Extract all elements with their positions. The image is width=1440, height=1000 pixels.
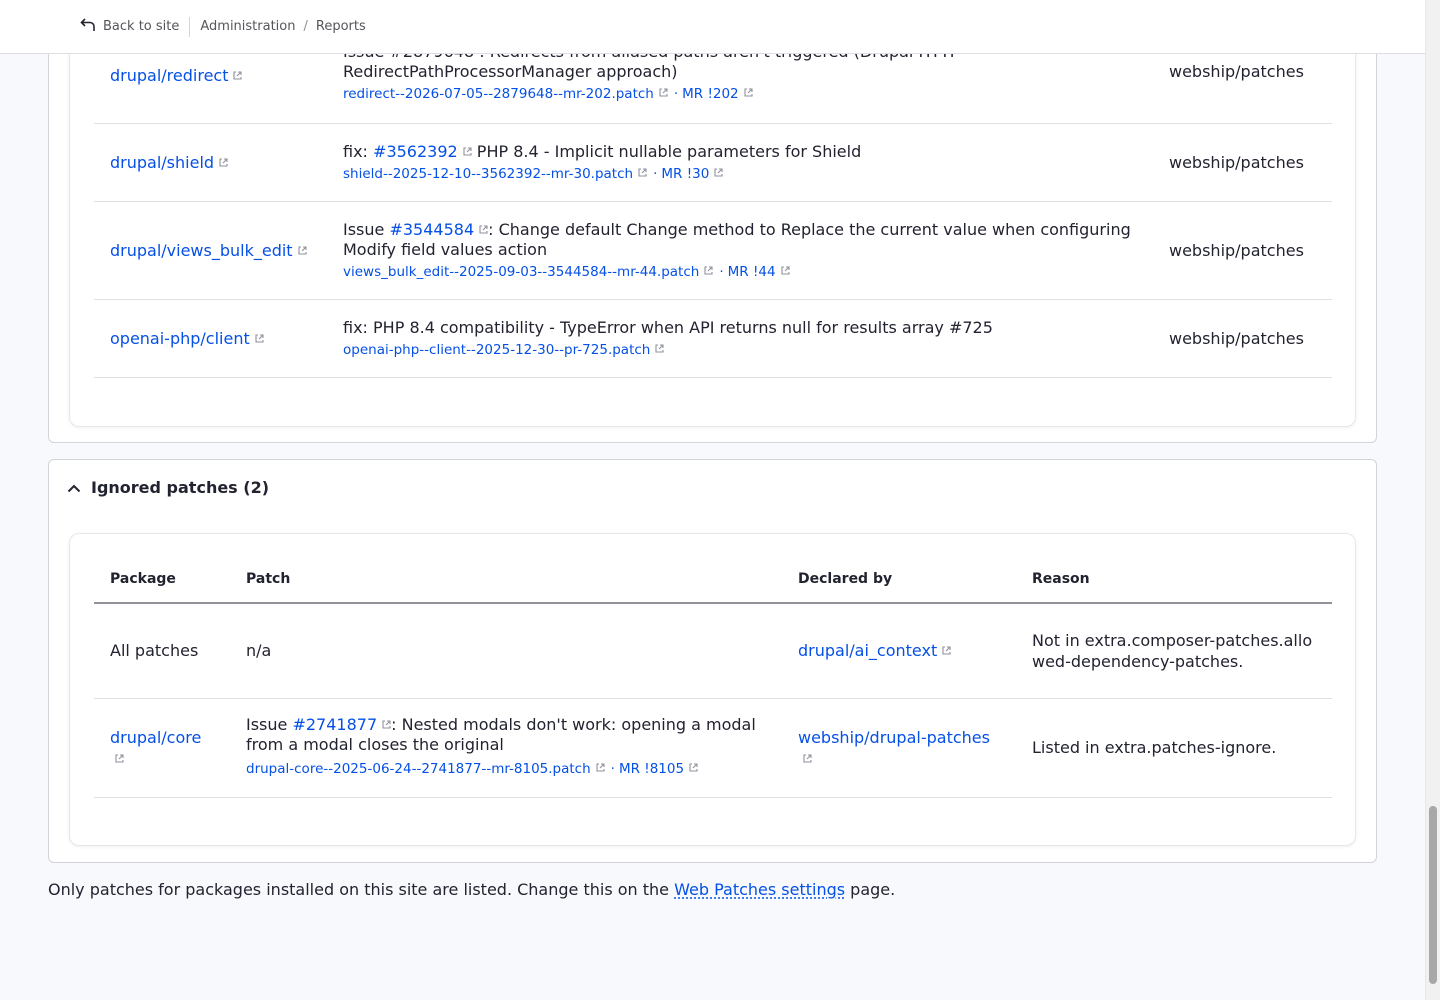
package-link-openai-client[interactable]: openai-php/client xyxy=(110,329,264,348)
patch-description: Issue #2741877: Nested modals don't work… xyxy=(246,715,756,754)
patch-file-link[interactable]: openai-php--client--2025-12-30--pr-725.p… xyxy=(343,342,664,358)
applied-patches-panel: drupal/redirect Issue #2879648 : Redirec… xyxy=(48,0,1377,443)
merge-request-link[interactable]: MR !44 xyxy=(728,264,790,280)
package-link-shield[interactable]: drupal/shield xyxy=(110,153,228,172)
external-link-icon xyxy=(479,225,488,234)
chevron-up-icon xyxy=(67,478,91,497)
external-link-icon xyxy=(233,71,243,80)
declared-by-link[interactable]: drupal/ai_context xyxy=(798,641,951,660)
patch-file-link[interactable]: shield--2025-12-10--3562392--mr-30.patch xyxy=(343,166,647,182)
external-link-icon xyxy=(655,344,664,353)
patch-value: n/a xyxy=(246,641,272,661)
issue-link[interactable]: #2741877 xyxy=(292,715,391,734)
back-to-site-link[interactable]: Back to site xyxy=(80,17,180,36)
table-row: drupal/core Issue #2741877: Nested modal… xyxy=(94,698,1332,797)
admin-toolbar: Back to site Administration / Reports xyxy=(0,0,1425,54)
ignored-patches-card: Package Patch Declared by Reason All pat… xyxy=(69,533,1356,846)
patch-file-link[interactable]: views_bulk_edit--2025-09-03--3544584--mr… xyxy=(343,264,713,280)
ignored-patches-summary[interactable]: Ignored patches (2) xyxy=(67,478,269,497)
column-header-reason: Reason xyxy=(1016,556,1332,604)
footer-note: Only patches for packages installed on t… xyxy=(48,880,896,899)
ignored-patches-title: Ignored patches (2) xyxy=(91,478,270,497)
breadcrumb-separator: / xyxy=(303,19,308,34)
applied-patches-card: drupal/redirect Issue #2879648 : Redirec… xyxy=(69,0,1356,427)
applied-patches-table: drupal/redirect Issue #2879648 : Redirec… xyxy=(94,0,1332,378)
external-link-icon xyxy=(781,266,790,275)
external-link-icon xyxy=(704,266,713,275)
breadcrumb: Administration / Reports xyxy=(200,19,365,34)
external-link-icon xyxy=(596,763,605,772)
table-row: drupal/shield fix: #3562392 PHP 8.4 - Im… xyxy=(94,123,1332,201)
back-to-site-label: Back to site xyxy=(103,19,180,34)
package-link-core[interactable]: drupal/core xyxy=(110,728,201,768)
column-header-patch: Patch xyxy=(230,556,782,604)
ignored-patches-table: Package Patch Declared by Reason All pat… xyxy=(94,556,1332,798)
external-link-icon xyxy=(255,333,264,343)
web-patches-settings-link[interactable]: Web Patches settings xyxy=(674,880,845,899)
external-link-icon xyxy=(298,245,307,255)
column-header-declared-by: Declared by xyxy=(782,556,1016,604)
table-header-row: Package Patch Declared by Reason xyxy=(94,556,1332,604)
package-link-redirect[interactable]: drupal/redirect xyxy=(110,66,243,85)
merge-request-link[interactable]: MR !8105 xyxy=(619,761,698,777)
patch-description: fix: PHP 8.4 compatibility - TypeError w… xyxy=(343,318,993,337)
external-link-icon xyxy=(638,168,647,177)
table-row: openai-php/client fix: PHP 8.4 compatibi… xyxy=(94,299,1332,377)
breadcrumb-administration[interactable]: Administration xyxy=(200,19,295,34)
external-link-icon xyxy=(942,646,951,655)
reason-text: Not in extra.composer-patches.allowed-de… xyxy=(1032,630,1313,671)
back-arrow-icon xyxy=(80,17,103,36)
patch-description: Issue #3544584: Change default Change me… xyxy=(343,220,1131,259)
declared-by: webship/patches xyxy=(1169,328,1304,348)
patch-file-link[interactable]: redirect--2026-07-05--2879648--mr-202.pa… xyxy=(343,86,668,102)
merge-request-link[interactable]: MR !202 xyxy=(682,86,753,102)
issue-link[interactable]: #3562392 xyxy=(373,142,472,161)
patch-file-link[interactable]: drupal-core--2025-06-24--2741877--mr-810… xyxy=(246,761,605,777)
external-link-icon xyxy=(714,168,723,177)
external-link-icon xyxy=(219,157,228,167)
declared-by-link[interactable]: webship/drupal-patches xyxy=(798,728,990,768)
external-link-icon xyxy=(689,763,698,772)
package-name: All patches xyxy=(110,641,199,661)
external-link-icon xyxy=(115,753,124,763)
merge-request-link[interactable]: MR !30 xyxy=(661,166,723,182)
toolbar-divider xyxy=(189,16,191,37)
external-link-icon xyxy=(382,720,391,729)
ignored-patches-panel: Ignored patches (2) Package Patch Declar… xyxy=(48,459,1377,863)
external-link-icon xyxy=(659,88,668,97)
reason-text: Listed in extra.patches-ignore. xyxy=(1032,738,1277,757)
external-link-icon xyxy=(463,147,472,156)
scrollbar-thumb[interactable] xyxy=(1429,806,1437,984)
table-row: drupal/views_bulk_edit Issue #3544584: C… xyxy=(94,201,1332,299)
page-scrollbar[interactable] xyxy=(1425,0,1440,1000)
issue-link[interactable]: #3544584 xyxy=(389,220,488,239)
column-header-package: Package xyxy=(94,556,230,604)
external-link-icon xyxy=(803,753,812,763)
patch-description: fix: #3562392 PHP 8.4 - Implicit nullabl… xyxy=(343,142,862,161)
breadcrumb-reports[interactable]: Reports xyxy=(316,19,366,34)
declared-by: webship/patches xyxy=(1169,240,1304,260)
package-link-views-bulk-edit[interactable]: drupal/views_bulk_edit xyxy=(110,241,307,260)
declared-by: webship/patches xyxy=(1169,152,1304,172)
external-link-icon xyxy=(744,88,753,97)
table-row: All patches n/a drupal/ai_context Not in… xyxy=(94,603,1332,698)
